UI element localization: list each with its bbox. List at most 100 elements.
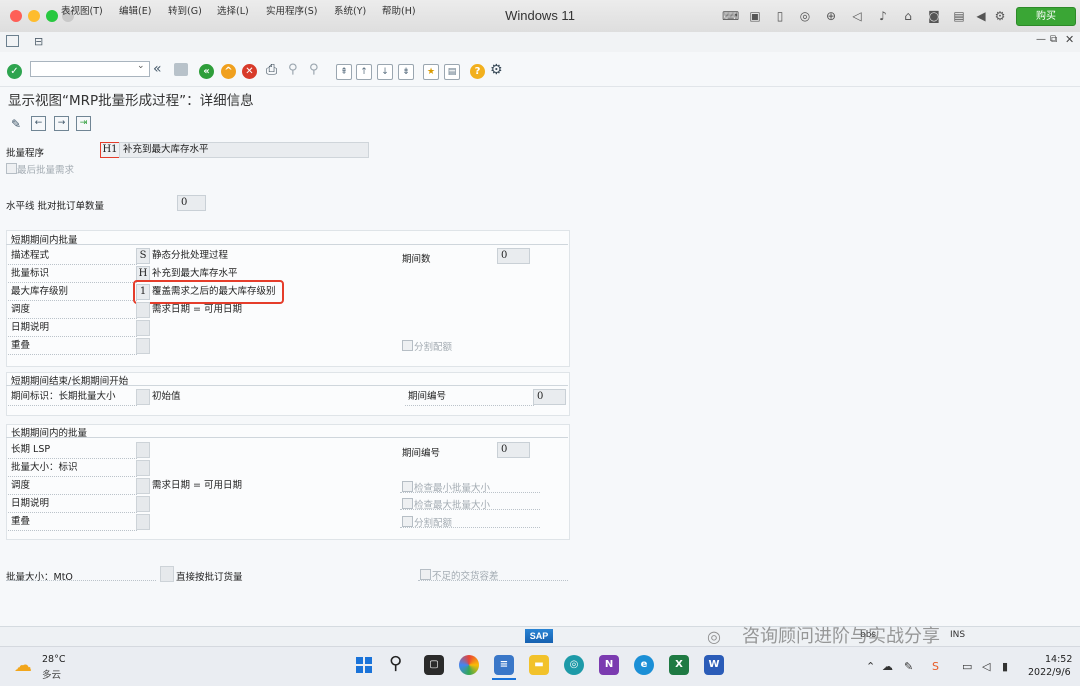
enter-check-icon[interactable]: ✓ — [7, 64, 22, 79]
other-entry-icon[interactable]: ⇥ — [76, 116, 91, 131]
buy-button[interactable]: 购买 — [1016, 7, 1076, 26]
period-number-field[interactable]: 0 — [533, 389, 566, 405]
back-icon[interactable]: « — [199, 64, 214, 79]
long-date-explanation-code[interactable] — [136, 496, 150, 512]
check-max-lot-checkbox[interactable] — [402, 498, 413, 509]
lot-size-ind-code[interactable] — [136, 460, 150, 476]
last-lot-req-checkbox[interactable] — [6, 163, 17, 174]
long-split-quota-underline — [400, 527, 540, 528]
create-session-icon[interactable]: ★ — [423, 64, 439, 80]
check-min-lot-checkbox[interactable] — [402, 481, 413, 492]
speaker-icon[interactable]: ◁ — [850, 9, 864, 23]
cpu-icon[interactable]: ▣ — [748, 9, 762, 23]
lot-procedure-code-field[interactable]: H1 — [100, 142, 120, 158]
find-icon[interactable]: ⚲ — [288, 62, 298, 77]
periods-field[interactable]: 0 — [497, 248, 530, 264]
edge-icon[interactable]: e — [634, 655, 654, 675]
close-icon[interactable]: ✕ — [1065, 33, 1074, 46]
collapse-icon[interactable]: « — [153, 61, 162, 77]
exit-icon[interactable]: ^ — [221, 64, 236, 79]
next-entry-icon[interactable]: → — [54, 116, 69, 131]
first-page-icon[interactable]: ⇞ — [336, 64, 352, 80]
menu-help[interactable]: 帮助(H) — [382, 3, 416, 17]
long-scheduling-code[interactable] — [136, 478, 150, 494]
help-icon[interactable]: ? — [470, 64, 485, 79]
desc-program-code[interactable]: S — [136, 248, 150, 264]
gear-icon[interactable]: ⚙ — [993, 9, 1007, 23]
menu-system[interactable]: 系统(Y) — [334, 3, 366, 17]
onenote-icon[interactable]: N — [599, 655, 619, 675]
shortfall-tolerance-checkbox[interactable] — [420, 569, 431, 580]
menu-table-view[interactable]: 表视图(T) — [61, 3, 103, 17]
save-icon[interactable] — [174, 63, 188, 76]
scheduling-code[interactable] — [136, 302, 150, 318]
edge-dev-icon[interactable]: ◎ — [564, 655, 584, 675]
customize-layout-icon[interactable]: ⊟ — [34, 35, 43, 48]
settings-gear-icon[interactable]: ⚙ — [490, 62, 503, 78]
usb-icon[interactable]: ▯ — [773, 9, 787, 23]
long-overlap-code[interactable] — [136, 514, 150, 530]
start-icon[interactable] — [356, 657, 372, 673]
long-split-quota-checkbox[interactable] — [402, 516, 413, 527]
camera-icon[interactable]: ◙ — [927, 9, 941, 23]
drive-icon[interactable]: ⌂ — [901, 9, 915, 23]
onedrive-icon[interactable]: ☁ — [882, 660, 893, 673]
mto-lot-size-code[interactable] — [160, 566, 174, 582]
shortcut-icon[interactable]: ▤ — [444, 64, 460, 80]
sap-logon-icon[interactable]: ≡ — [494, 655, 514, 675]
cd-icon[interactable]: ◎ — [798, 9, 812, 23]
date-explanation-code[interactable] — [136, 320, 150, 336]
sap-logo: SAP — [525, 629, 553, 643]
lot-indicator-label: 批量标识 — [8, 266, 137, 283]
menu-selection[interactable]: 选择(L) — [217, 3, 249, 17]
file-explorer-icon[interactable]: ▬ — [529, 655, 549, 675]
display-change-icon[interactable]: ✎ — [8, 116, 24, 132]
chevron-down-icon[interactable]: ⌄ — [137, 61, 145, 71]
app-s-icon[interactable]: S — [932, 660, 939, 673]
max-stock-level-label: 最大库存级别 — [8, 284, 137, 301]
find-next-icon[interactable]: ⚲ — [309, 62, 319, 77]
long-period-number-label: 期间编号 — [402, 448, 441, 459]
chrome-icon[interactable] — [459, 655, 479, 675]
menu-utilities[interactable]: 实用程序(S) — [266, 3, 317, 17]
search-icon[interactable]: ⚲ — [389, 653, 402, 674]
status-mode-field: INS — [950, 630, 966, 640]
keyboard-icon[interactable]: ⌨ — [722, 9, 739, 23]
horizon-field[interactable]: 0 — [177, 195, 206, 211]
menu-goto[interactable]: 转到(G) — [168, 3, 202, 17]
desc-program-label: 描述程式 — [8, 248, 137, 265]
horizon-label: 水平线 批对批订单数量 — [6, 201, 105, 212]
command-field[interactable] — [30, 61, 150, 77]
last-page-icon[interactable]: ⇟ — [398, 64, 414, 80]
weather-icon[interactable]: ☁ — [14, 655, 32, 676]
overlap-code[interactable] — [136, 338, 150, 354]
long-period-number-field[interactable]: 0 — [497, 442, 530, 458]
battery-icon[interactable]: ▮ — [1002, 660, 1008, 673]
pen-icon[interactable]: ✎ — [904, 660, 913, 673]
tray-expand-icon[interactable]: ⌃ — [866, 660, 875, 673]
volume-icon[interactable]: ◁ — [982, 660, 990, 673]
minimize-icon[interactable]: — — [1036, 34, 1046, 45]
arrow-left-icon[interactable]: ◀ — [974, 9, 988, 23]
print-icon[interactable]: ⎙ — [266, 62, 277, 78]
cancel-icon[interactable]: ✕ — [242, 64, 257, 79]
word-icon[interactable]: W — [704, 655, 724, 675]
next-page-icon[interactable]: ↓ — [377, 64, 393, 80]
network-icon[interactable]: ⊕ — [824, 9, 838, 23]
window-menu-icon[interactable] — [6, 35, 19, 47]
menu-edit[interactable]: 编辑(E) — [119, 3, 151, 17]
display-icon[interactable]: ▭ — [962, 660, 972, 673]
previous-entry-icon[interactable]: ← — [31, 116, 46, 131]
long-lsp-code[interactable] — [136, 442, 150, 458]
mto-underline — [6, 580, 156, 581]
shared-folder-icon[interactable]: ▤ — [952, 9, 966, 23]
scheduling-value: 需求日期 = 可用日期 — [152, 304, 242, 315]
excel-icon[interactable]: X — [669, 655, 689, 675]
task-view-icon[interactable]: ▢ — [424, 655, 444, 675]
split-quota-checkbox[interactable] — [402, 340, 413, 351]
period-indicator-code[interactable] — [136, 389, 150, 405]
restore-icon[interactable]: ⧉ — [1050, 34, 1057, 45]
previous-page-icon[interactable]: ↑ — [356, 64, 372, 80]
microphone-icon[interactable]: ♪ — [876, 9, 890, 23]
weather-temp: 28°C — [42, 654, 66, 665]
